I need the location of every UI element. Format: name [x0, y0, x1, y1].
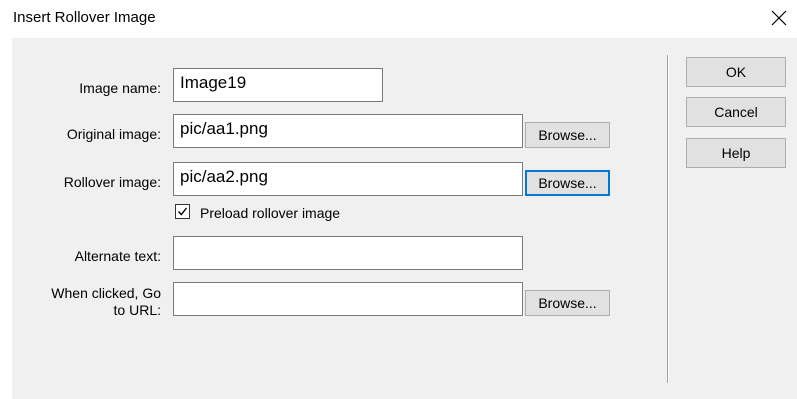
help-button[interactable]: Help: [686, 138, 786, 168]
image-name-label: Image name:: [79, 80, 161, 96]
alternate-text-input[interactable]: [173, 236, 523, 270]
image-name-input[interactable]: Image19: [173, 68, 383, 102]
checkmark-icon: [177, 207, 188, 216]
rollover-image-browse-button[interactable]: Browse...: [525, 170, 610, 196]
original-image-browse-button[interactable]: Browse...: [525, 122, 610, 148]
go-to-url-label-line2: to URL:: [113, 302, 161, 318]
close-icon: [771, 10, 787, 26]
rollover-image-input[interactable]: pic/aa2.png: [173, 162, 523, 196]
ok-button[interactable]: OK: [686, 57, 786, 87]
preload-checkbox[interactable]: [175, 204, 190, 219]
left-margin: [0, 38, 12, 399]
dialog-title: Insert Rollover Image: [13, 9, 156, 26]
preload-label[interactable]: Preload rollover image: [200, 205, 340, 221]
rollover-image-label: Rollover image:: [63, 174, 161, 190]
cancel-button[interactable]: Cancel: [686, 97, 786, 127]
title-bar: Insert Rollover Image: [0, 0, 797, 38]
go-to-url-label-line1: When clicked, Go: [51, 285, 161, 301]
separator-highlight: [668, 55, 669, 383]
original-image-label: Original image:: [66, 126, 161, 142]
insert-rollover-image-dialog: Insert Rollover Image Image name: Image1…: [0, 0, 797, 399]
alternate-text-label: Alternate text:: [74, 248, 161, 264]
close-button[interactable]: [759, 0, 797, 38]
original-image-input[interactable]: pic/aa1.png: [173, 114, 523, 148]
go-to-url-input[interactable]: [173, 282, 523, 316]
go-to-url-browse-button[interactable]: Browse...: [525, 290, 610, 316]
